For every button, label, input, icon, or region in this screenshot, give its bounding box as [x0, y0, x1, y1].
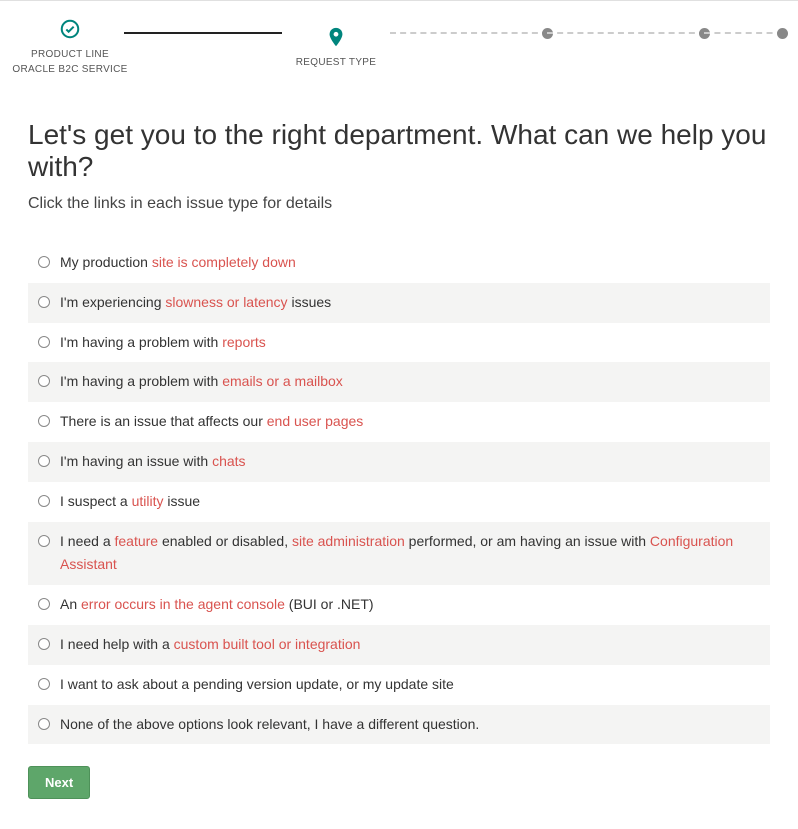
issue-detail-link[interactable]: error occurs in the agent console	[81, 596, 285, 612]
radio-icon[interactable]	[38, 375, 50, 387]
issue-option-text: My production site is completely down	[60, 251, 760, 275]
issue-option-text: I need help with a custom built tool or …	[60, 633, 760, 657]
page-title: Let's get you to the right department. W…	[28, 119, 770, 183]
radio-icon[interactable]	[38, 718, 50, 730]
radio-icon[interactable]	[38, 256, 50, 268]
step-future-icon	[777, 28, 788, 39]
step-connector	[124, 32, 282, 34]
issue-option-row[interactable]: I suspect a utility issue	[28, 482, 770, 522]
issue-option-row[interactable]: I'm having an issue with chats	[28, 442, 770, 482]
stepper: PRODUCT LINE ORACLE B2C SERVICE REQUEST …	[0, 0, 798, 85]
issue-detail-link[interactable]: site is completely down	[152, 254, 296, 270]
issue-detail-link[interactable]: custom built tool or integration	[174, 636, 361, 652]
check-circle-icon	[58, 17, 82, 41]
issue-option-row[interactable]: An error occurs in the agent console (BU…	[28, 585, 770, 625]
issue-option-row[interactable]: None of the above options look relevant,…	[28, 705, 770, 745]
issue-detail-link[interactable]: emails or a mailbox	[222, 373, 343, 389]
issue-detail-link[interactable]: slowness or latency	[165, 294, 287, 310]
issue-option-text: An error occurs in the agent console (BU…	[60, 593, 760, 617]
issue-option-row[interactable]: I need help with a custom built tool or …	[28, 625, 770, 665]
step-connector	[704, 32, 783, 34]
issue-option-row[interactable]: There is an issue that affects our end u…	[28, 402, 770, 442]
step-request-type[interactable]: REQUEST TYPE	[276, 25, 396, 70]
issue-option-text: I need a feature enabled or disabled, si…	[60, 530, 760, 578]
issue-option-text: There is an issue that affects our end u…	[60, 410, 760, 434]
issue-detail-link[interactable]: feature	[115, 533, 159, 549]
radio-icon[interactable]	[38, 336, 50, 348]
issue-detail-link[interactable]: chats	[212, 453, 245, 469]
radio-icon[interactable]	[38, 455, 50, 467]
issue-option-text: I suspect a utility issue	[60, 490, 760, 514]
step-connector	[390, 32, 548, 34]
issue-detail-link[interactable]: end user pages	[267, 413, 364, 429]
issue-option-row[interactable]: I'm having a problem with emails or a ma…	[28, 362, 770, 402]
radio-icon[interactable]	[38, 415, 50, 427]
issue-option-text: I want to ask about a pending version up…	[60, 673, 760, 697]
issue-option-row[interactable]: I'm experiencing slowness or latency iss…	[28, 283, 770, 323]
radio-icon[interactable]	[38, 535, 50, 547]
issue-option-row[interactable]: I want to ask about a pending version up…	[28, 665, 770, 705]
radio-icon[interactable]	[38, 678, 50, 690]
issue-option-text: I'm experiencing slowness or latency iss…	[60, 291, 760, 315]
location-pin-icon	[324, 25, 348, 49]
issue-detail-link[interactable]: utility	[132, 493, 164, 509]
radio-icon[interactable]	[38, 598, 50, 610]
next-button[interactable]: Next	[28, 766, 90, 799]
issue-option-text: I'm having an issue with chats	[60, 450, 760, 474]
step-product-line[interactable]: PRODUCT LINE ORACLE B2C SERVICE	[10, 17, 130, 77]
radio-icon[interactable]	[38, 638, 50, 650]
step-label: PRODUCT LINE ORACLE B2C SERVICE	[12, 47, 127, 77]
issue-option-text: I'm having a problem with reports	[60, 331, 760, 355]
step-label: REQUEST TYPE	[296, 55, 376, 70]
issue-detail-link[interactable]: site administration	[292, 533, 405, 549]
issue-option-text: I'm having a problem with emails or a ma…	[60, 370, 760, 394]
issue-option-text: None of the above options look relevant,…	[60, 713, 760, 737]
step-connector	[547, 32, 705, 34]
issue-option-row[interactable]: I'm having a problem with reports	[28, 323, 770, 363]
page-subtitle: Click the links in each issue type for d…	[28, 195, 770, 213]
issue-options-list: My production site is completely down I'm…	[28, 243, 770, 744]
issue-detail-link[interactable]: reports	[222, 334, 266, 350]
issue-option-row[interactable]: I need a feature enabled or disabled, si…	[28, 522, 770, 586]
radio-icon[interactable]	[38, 495, 50, 507]
issue-option-row[interactable]: My production site is completely down	[28, 243, 770, 283]
radio-icon[interactable]	[38, 296, 50, 308]
